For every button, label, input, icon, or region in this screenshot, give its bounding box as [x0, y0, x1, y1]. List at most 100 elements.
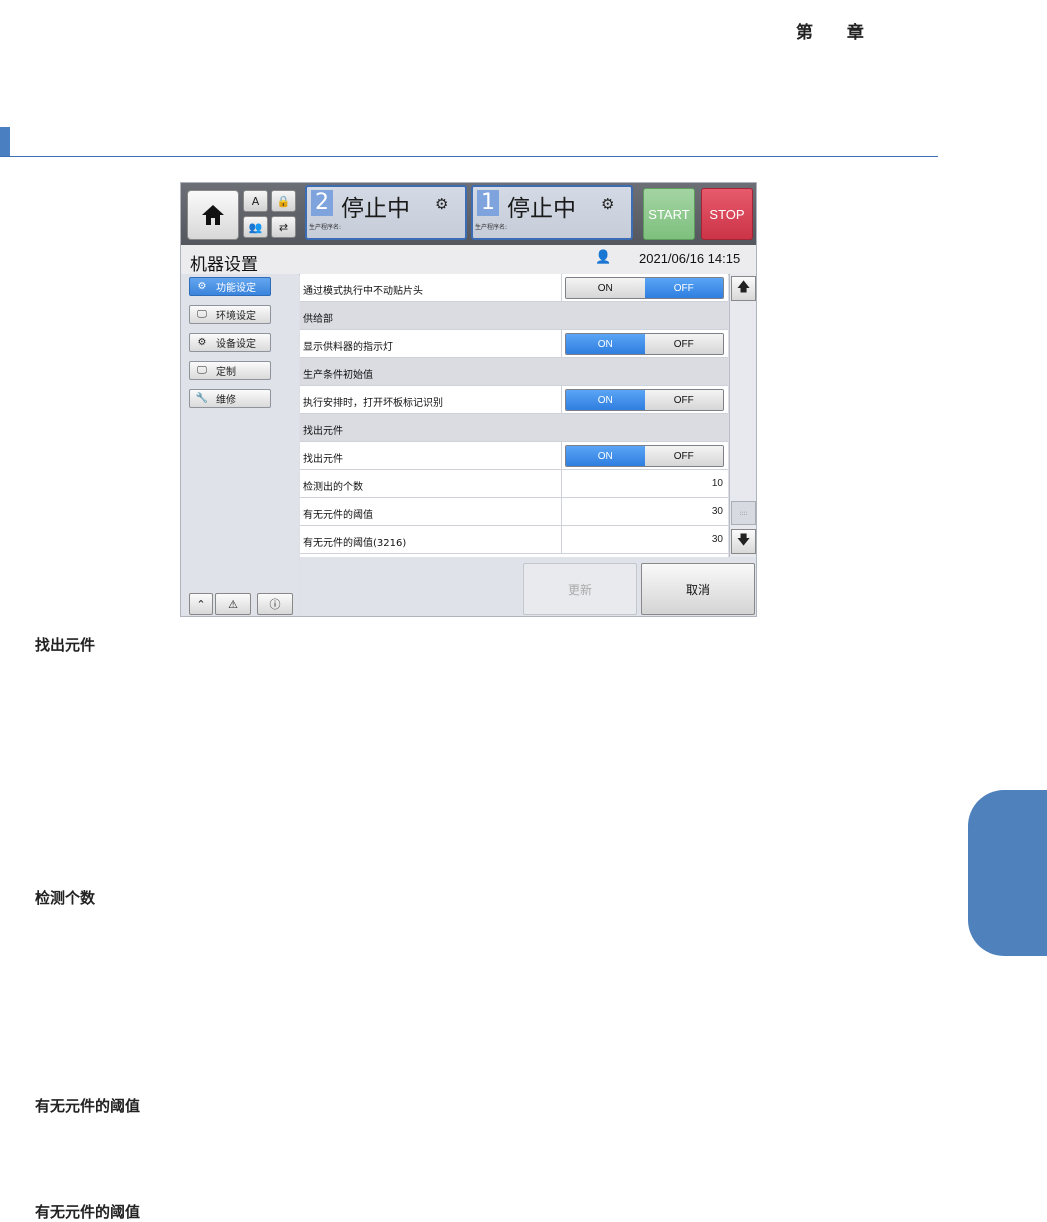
operator-icon: 👤: [595, 250, 612, 265]
program-name-label: 生产程序名:: [475, 224, 508, 231]
sidebar-item-maintenance[interactable]: 🔧 维修: [189, 389, 271, 408]
toggle-off-option[interactable]: OFF: [644, 390, 723, 410]
warning-button[interactable]: ⚠: [215, 593, 251, 615]
toggle-switch[interactable]: ON OFF: [565, 445, 724, 467]
chapter-label: 第 章: [796, 23, 878, 43]
title-bar: 机器设置 👤 2021/06/16 14:15: [181, 245, 756, 275]
start-button[interactable]: START: [643, 188, 695, 240]
sidebar-item-customize[interactable]: 🖵 定制: [189, 361, 271, 380]
lane-number: 2: [311, 190, 333, 216]
info-button[interactable]: ⓘ: [257, 593, 293, 615]
scroll-up-button[interactable]: 🡅: [731, 276, 756, 301]
arrow-down-icon: 🡇: [736, 532, 751, 548]
datetime: 2021/06/16 14:15: [639, 251, 741, 266]
sidebar-item-label: 维修: [216, 395, 236, 406]
setting-value[interactable]: 30: [712, 506, 723, 517]
section-label: 生产条件初始值: [303, 370, 373, 381]
toggle-off-option[interactable]: OFF: [644, 334, 723, 354]
lane-number: 1: [477, 190, 499, 216]
section-marker: [0, 127, 10, 157]
update-button[interactable]: 更新: [523, 563, 637, 615]
row-divider: [561, 526, 562, 554]
mode-a-icon: A: [251, 194, 260, 208]
setting-label: 有无元件的阈值(3216): [303, 538, 407, 549]
section-label: 供给部: [303, 314, 333, 325]
home-button[interactable]: [187, 190, 239, 240]
row-divider: [561, 470, 562, 498]
toggle-switch[interactable]: ON OFF: [565, 277, 724, 299]
warning-icon: ⚠: [228, 597, 238, 611]
scroll-down-button[interactable]: 🡇: [731, 529, 756, 554]
doc-heading: 有无元件的阈值: [35, 1097, 141, 1115]
section-label: 找出元件: [303, 426, 343, 437]
toggle-on-option[interactable]: ON: [566, 278, 645, 298]
scrollbar[interactable]: 🡅 :::: 🡇: [729, 274, 756, 557]
transfer-icon: ⇄: [278, 220, 289, 234]
doc-heading: 找出元件: [35, 636, 96, 654]
toggle-off-option[interactable]: OFF: [644, 278, 723, 298]
toggle-on-option[interactable]: ON: [566, 390, 645, 410]
sidebar-item-label: 功能设定: [216, 283, 256, 294]
info-icon: ⓘ: [269, 598, 281, 611]
collapse-button[interactable]: ⌃: [189, 593, 213, 615]
section-header: 找出元件: [300, 414, 728, 442]
lane-1-status[interactable]: 1 停止中 ⚙ 生产程序名:: [471, 185, 633, 240]
lane-2-status[interactable]: 2 停止中 ⚙ 生产程序名:: [305, 185, 467, 240]
maintenance-icon: 🔧: [195, 393, 209, 404]
sidebar: ⚙ 功能设定 🖵 环境设定 ⚙ 设备设定 🖵 定制 🔧 维修: [181, 274, 299, 616]
transfer-button[interactable]: ⇄: [271, 216, 296, 238]
sidebar-item-equipment-settings[interactable]: ⚙ 设备设定: [189, 333, 271, 352]
section-header: 供给部: [300, 302, 728, 330]
arrow-up-icon: 🡅: [736, 279, 751, 295]
setting-row[interactable]: 有无元件的阈值(3216) 30: [300, 526, 728, 554]
section-rule: [0, 156, 938, 157]
toggle-on-option[interactable]: ON: [566, 334, 645, 354]
lane-status-text: 停止中: [507, 196, 576, 222]
users-icon: 👥: [248, 220, 263, 234]
toggle-switch[interactable]: ON OFF: [565, 389, 724, 411]
row-divider: [561, 498, 562, 526]
row-divider: [561, 274, 562, 302]
monitor-icon: 🖵: [197, 365, 207, 376]
setting-label: 找出元件: [303, 454, 343, 465]
sidebar-item-label: 环境设定: [216, 311, 256, 322]
setting-label: 检测出的个数: [303, 482, 363, 493]
feeder-icon: ⚙: [435, 195, 449, 213]
setting-row: 通过模式执行中不动贴片头 ON OFF: [300, 274, 728, 302]
equipment-icon: ⚙: [197, 337, 207, 348]
scroll-thumb[interactable]: ::::: [731, 501, 756, 525]
sidebar-item-label: 设备设定: [216, 339, 256, 350]
lane-status-text: 停止中: [341, 196, 410, 222]
setting-row: 找出元件 ON OFF: [300, 442, 728, 470]
mode-a-button[interactable]: A: [243, 190, 268, 212]
double-chevron-up-icon: ⌃: [196, 597, 206, 611]
toggle-off-option[interactable]: OFF: [644, 446, 723, 466]
doc-heading: 检测个数: [35, 889, 96, 907]
users-button[interactable]: 👥: [243, 216, 268, 238]
setting-value[interactable]: 30: [712, 534, 723, 545]
setting-label: 显示供料器的指示灯: [303, 342, 393, 353]
setting-row[interactable]: 有无元件的阈值 30: [300, 498, 728, 526]
setting-label: 通过模式执行中不动贴片头: [303, 286, 423, 297]
program-name-label: 生产程序名:: [309, 224, 342, 231]
monitor-icon: 🖵: [197, 309, 207, 320]
toggle-on-option[interactable]: ON: [566, 446, 645, 466]
sidebar-item-environment-settings[interactable]: 🖵 环境设定: [189, 305, 271, 324]
lock-button[interactable]: 🔒: [271, 190, 296, 212]
setting-value[interactable]: 10: [712, 478, 723, 489]
setting-label: 执行安排时，打开坏板标记识别: [303, 398, 443, 409]
cancel-button[interactable]: 取消: [641, 563, 755, 615]
toggle-switch[interactable]: ON OFF: [565, 333, 724, 355]
stop-button[interactable]: STOP: [701, 188, 753, 240]
feeder-icon: ⚙: [601, 195, 615, 213]
row-divider: [561, 386, 562, 414]
setting-label: 有无元件的阈值: [303, 510, 373, 521]
chapter-tab: [968, 790, 1047, 956]
section-header: 生产条件初始值: [300, 358, 728, 386]
setting-row[interactable]: 检测出的个数 10: [300, 470, 728, 498]
function-settings-icon: ⚙: [197, 281, 207, 292]
top-bar: A 🔒 👥 ⇄ 2 停止中 ⚙ 生产程序名: 1 停止中 ⚙ 生产程序名: ST…: [181, 183, 756, 245]
sidebar-item-function-settings[interactable]: ⚙ 功能设定: [189, 277, 271, 296]
machine-settings-screen: A 🔒 👥 ⇄ 2 停止中 ⚙ 生产程序名: 1 停止中 ⚙ 生产程序名: ST…: [180, 182, 757, 617]
row-divider: [561, 442, 562, 470]
